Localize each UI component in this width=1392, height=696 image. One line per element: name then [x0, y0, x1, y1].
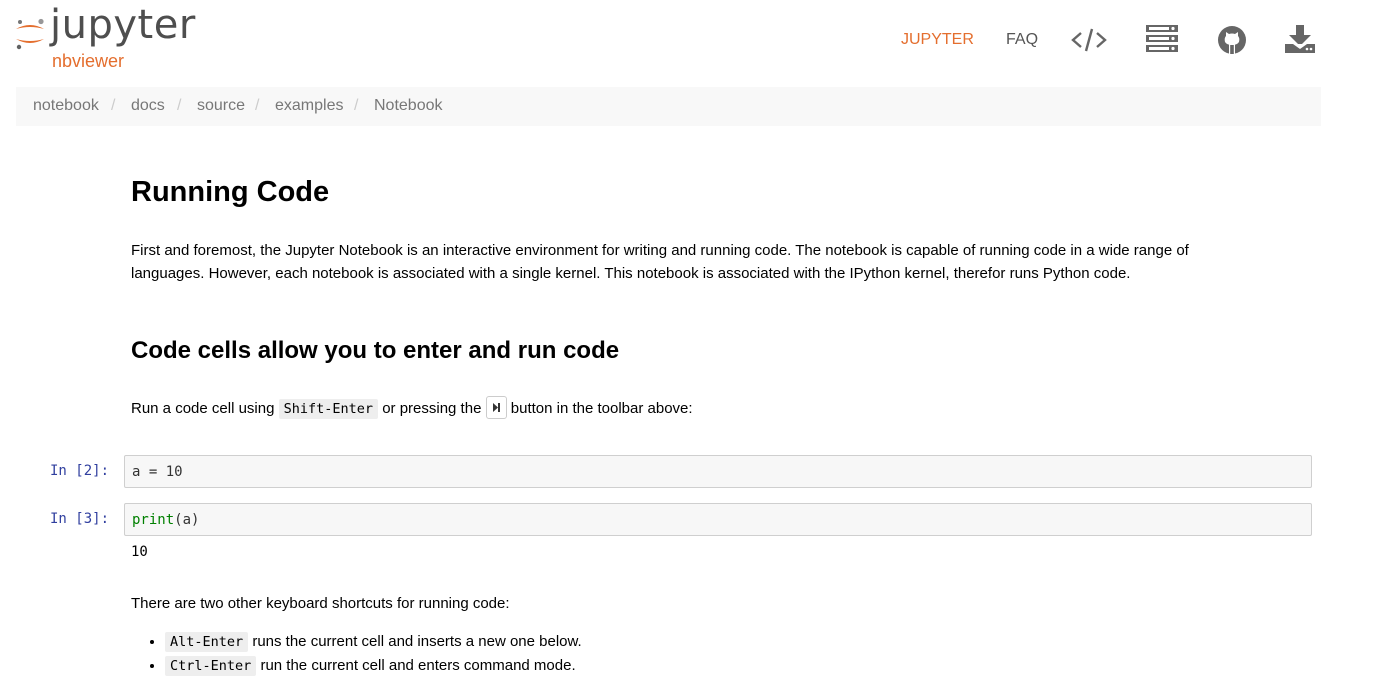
- code-builtin-print: print: [132, 512, 175, 528]
- code-args: (a): [174, 512, 200, 528]
- shortcut-description: run the current cell and enters command …: [260, 657, 576, 674]
- run-cell-button-icon: [485, 396, 507, 419]
- run-instructions: Run a code cell using Shift-Enter or pre…: [131, 396, 693, 421]
- run-text-after: button in the toolbar above:: [510, 400, 693, 417]
- run-text-middle: or pressing the: [382, 400, 482, 417]
- shift-enter-shortcut: Shift-Enter: [278, 399, 379, 419]
- ctrl-enter-shortcut: Ctrl-Enter: [165, 656, 257, 676]
- code-cell-input[interactable]: print(a): [124, 503, 1312, 536]
- cell-output: 10: [131, 544, 148, 560]
- run-text-before: Run a code cell using: [131, 400, 275, 417]
- cell-code: a = 10: [132, 464, 183, 480]
- page-title: Running Code: [131, 176, 330, 208]
- section-heading: Code cells allow you to enter and run co…: [131, 337, 620, 364]
- intro-line-1: First and foremost, the Jupyter Notebook…: [131, 242, 1189, 259]
- cell-prompt: In [3]:: [50, 511, 110, 527]
- notebook-content: Running Code First and foremost, the Jup…: [0, 0, 1392, 696]
- list-item: Alt-Enter runs the current cell and inse…: [165, 630, 582, 654]
- code-cell-input[interactable]: a = 10: [124, 455, 1312, 488]
- shortcuts-intro: There are two other keyboard shortcuts f…: [131, 595, 510, 612]
- cell-code: print(a): [132, 512, 199, 528]
- shortcut-description: runs the current cell and inserts a new …: [252, 633, 582, 650]
- alt-enter-shortcut: Alt-Enter: [165, 632, 249, 652]
- cell-prompt: In [2]:: [50, 463, 110, 479]
- intro-line-2: languages. However, each notebook is ass…: [131, 265, 1131, 282]
- list-item: Ctrl-Enter run the current cell and ente…: [165, 654, 582, 678]
- shortcuts-list: Alt-Enter runs the current cell and inse…: [131, 630, 582, 678]
- intro-paragraph: First and foremost, the Jupyter Notebook…: [131, 239, 1311, 285]
